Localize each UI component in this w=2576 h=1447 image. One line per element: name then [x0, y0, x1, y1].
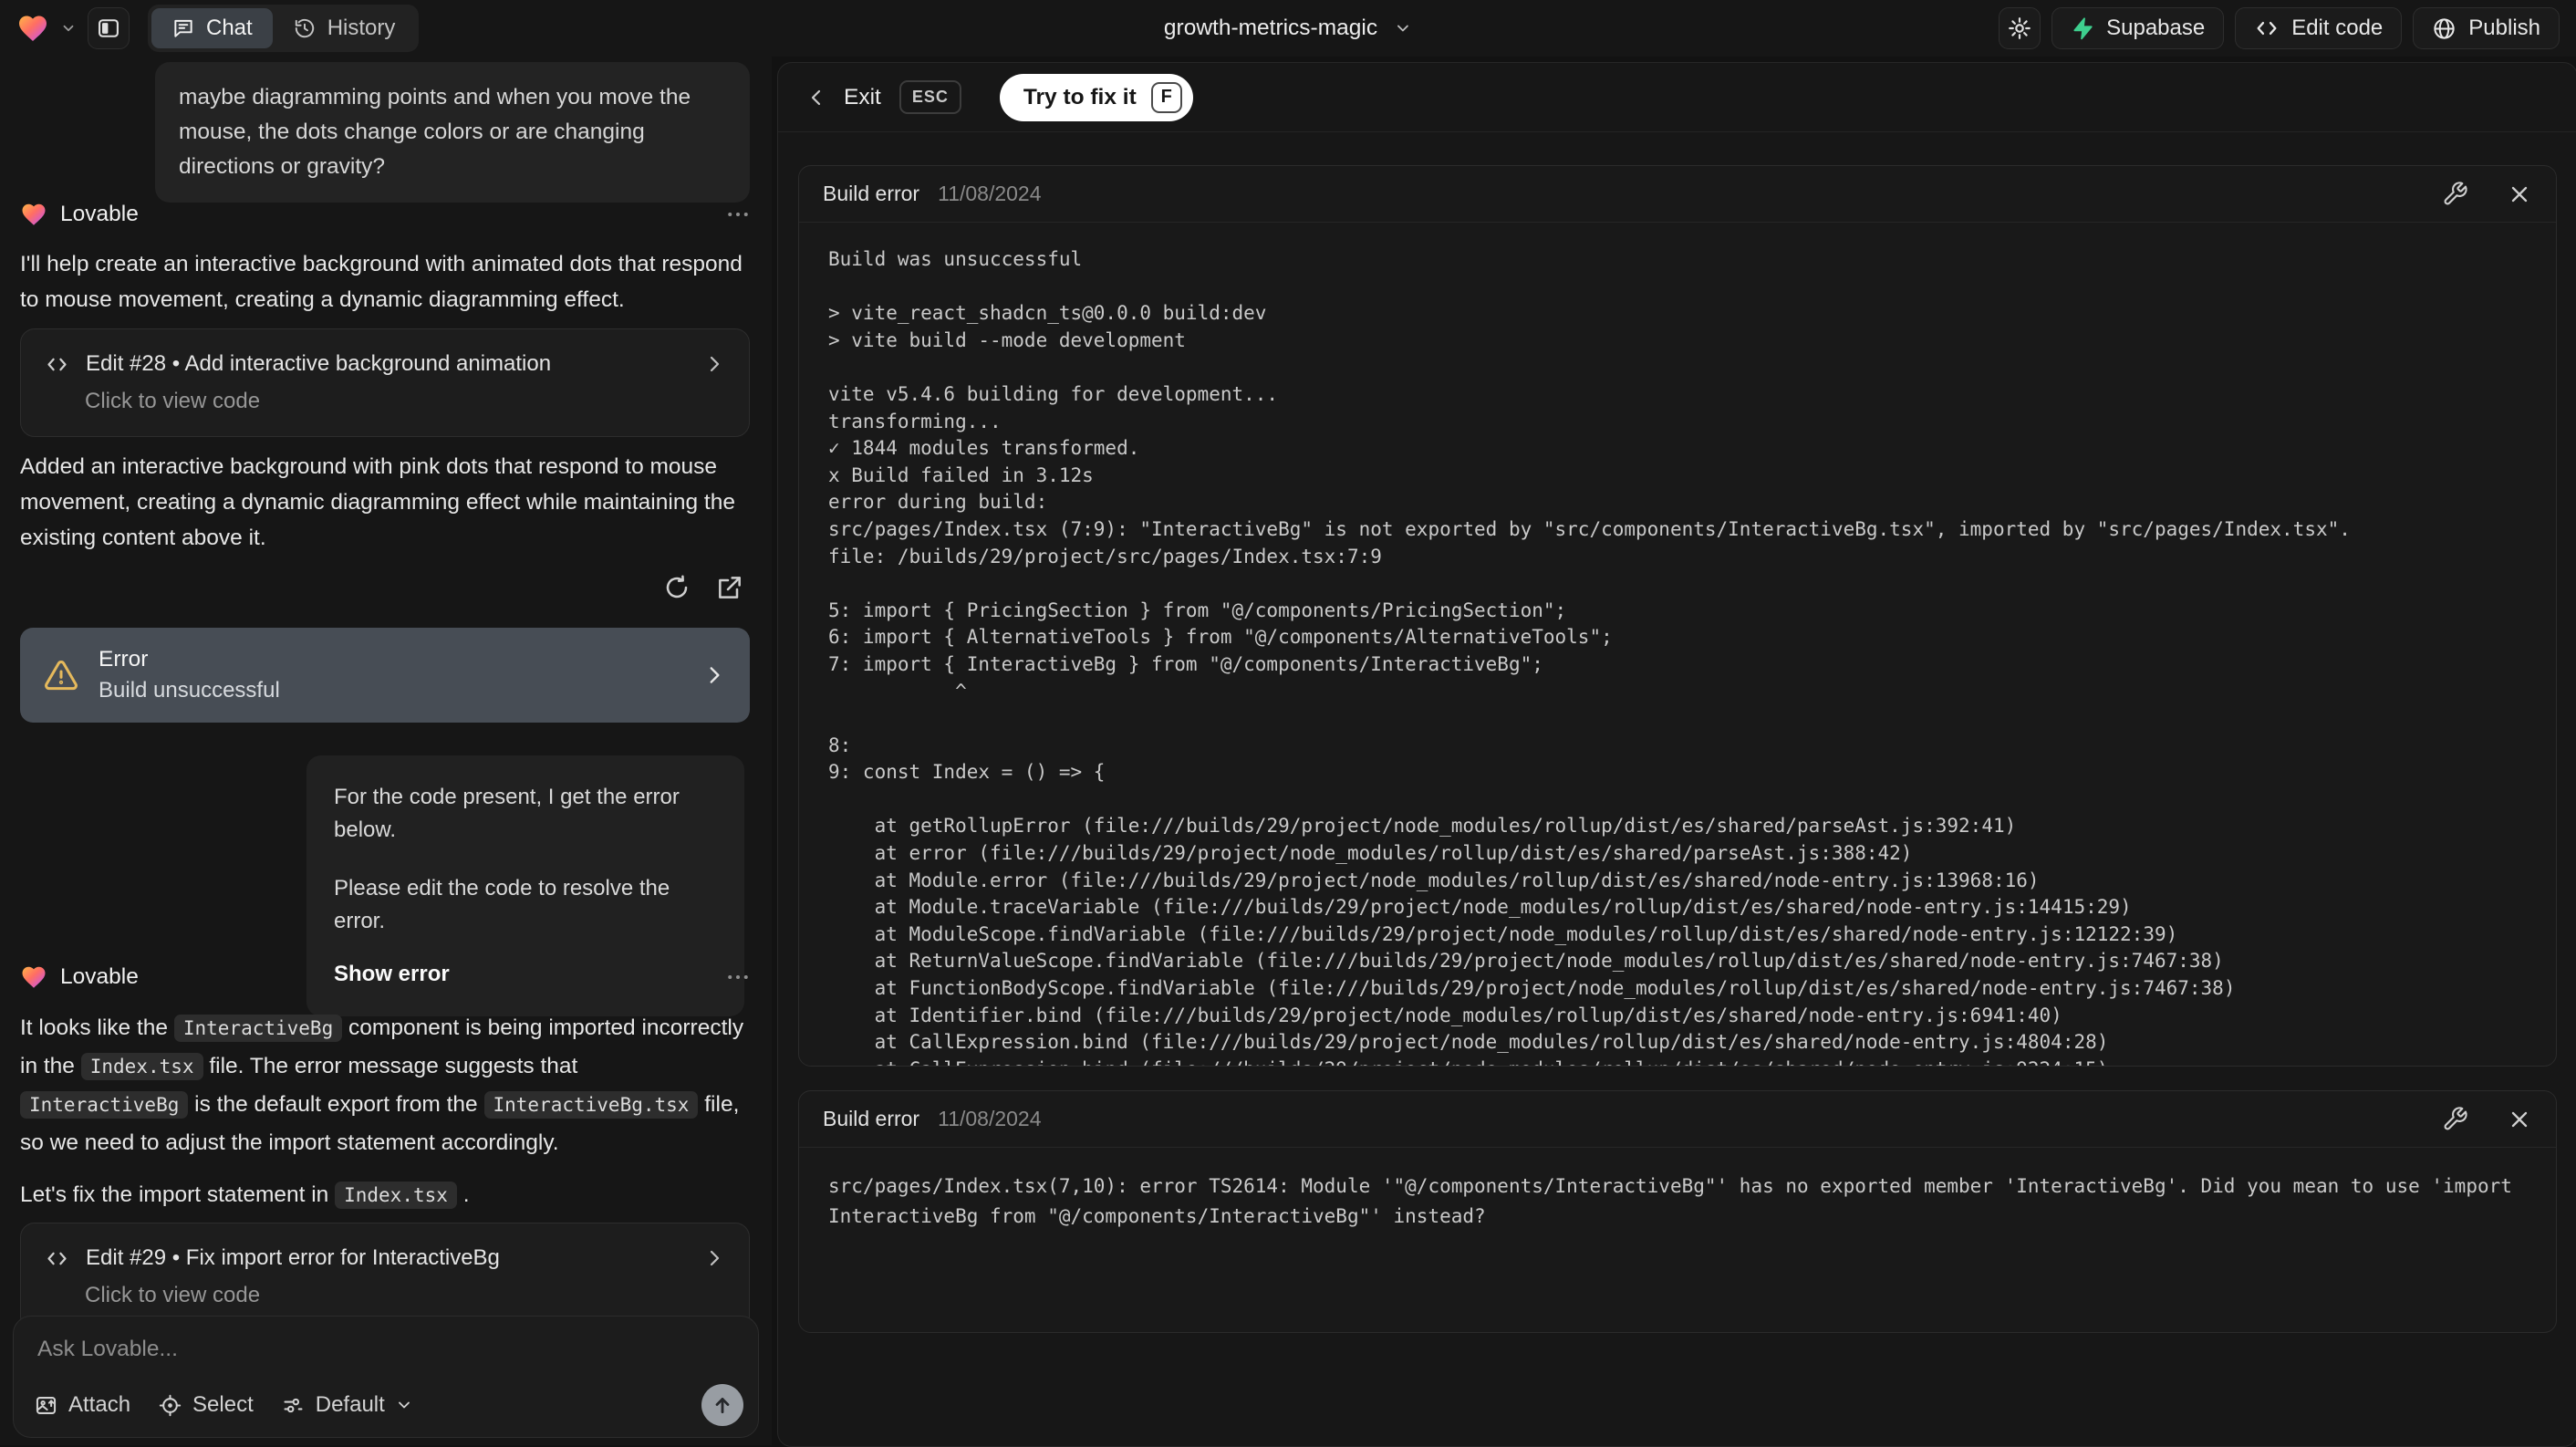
error-prompt-line1: For the code present, I get the error be…	[334, 785, 680, 842]
build-log-output: Build was unsuccessful > vite_react_shad…	[828, 248, 2351, 1066]
inline-code: InteractiveBg	[173, 1015, 343, 1042]
assistant-result-text: Added an interactive background with pin…	[20, 454, 735, 550]
error-prompt-line2: Please edit the code to resolve the erro…	[334, 876, 670, 933]
gear-icon	[2009, 17, 2031, 39]
chat-panel: maybe diagramming points and when you mo…	[0, 57, 772, 1445]
assistant-fix-text: Let's fix the import statement in Index.…	[20, 1182, 470, 1209]
edit-card-subtitle: Click to view code	[85, 1283, 261, 1307]
chat-history-tabs: Chat History	[148, 5, 420, 52]
supabase-button[interactable]: Supabase	[2051, 7, 2225, 49]
error-card-title: Error	[99, 647, 149, 671]
chevron-right-icon	[710, 667, 720, 683]
select-target-icon	[159, 1394, 182, 1416]
exit-button[interactable]: Exit	[844, 85, 881, 110]
supabase-label: Supabase	[2106, 16, 2206, 40]
chevron-right-icon	[710, 356, 720, 372]
arrow-up-icon	[715, 1398, 730, 1413]
open-preview-icon[interactable]	[715, 573, 744, 602]
sidebar-toggle-button[interactable]	[88, 7, 130, 49]
build-error-panel-1: Build error 11/08/2024 Build was unsucce…	[798, 165, 2557, 1067]
message-actions	[662, 573, 744, 602]
build-error-card[interactable]: Error Build unsuccessful	[20, 628, 750, 723]
lovable-avatar-icon	[22, 203, 46, 225]
attach-button[interactable]: Attach	[34, 1392, 130, 1418]
publish-button[interactable]: Publish	[2413, 7, 2560, 49]
close-icon[interactable]	[2507, 1107, 2532, 1132]
inline-code: Index.tsx	[80, 1053, 203, 1080]
tab-chat[interactable]: Chat	[151, 8, 273, 48]
assistant-name: Lovable	[60, 202, 139, 226]
esc-key-badge: ESC	[898, 80, 961, 114]
edit-code-label: Edit code	[2291, 16, 2384, 40]
assistant-header-1: Lovable	[20, 201, 752, 228]
f-key-badge: F	[1150, 81, 1182, 113]
chevron-right-icon	[710, 1250, 720, 1266]
inline-code: InteractiveBg	[20, 1091, 189, 1119]
chat-input-field[interactable]	[14, 1317, 758, 1382]
fix-wrench-icon[interactable]	[2442, 1106, 2468, 1132]
chevron-down-icon	[398, 1401, 410, 1409]
attach-label: Attach	[68, 1392, 131, 1417]
edit-card-28[interactable]: Edit #28 • Add interactive background an…	[20, 328, 750, 437]
close-icon[interactable]	[2507, 182, 2532, 207]
fix-panel-header: Exit ESC Try to fix it F	[778, 63, 2576, 132]
fix-errors-panel: Exit ESC Try to fix it F Build error 11/…	[777, 62, 2576, 1447]
try-to-fix-button[interactable]: Try to fix it F	[999, 73, 1193, 121]
globe-icon	[2434, 17, 2455, 39]
tab-history-label: History	[327, 16, 396, 40]
history-clock-icon	[295, 18, 314, 38]
lovable-logo-icon[interactable]	[16, 12, 49, 45]
select-label: Select	[192, 1392, 254, 1417]
send-button[interactable]	[701, 1384, 743, 1426]
chat-input-container: Attach Select Default	[13, 1316, 759, 1438]
more-menu-icon[interactable]	[724, 963, 752, 991]
error-card-subtitle: Build unsuccessful	[99, 678, 280, 703]
sliders-icon	[284, 1398, 303, 1412]
project-title: growth-metrics-magic	[1163, 16, 1378, 40]
code-brackets-icon	[2257, 22, 2277, 35]
restore-icon[interactable]	[662, 573, 691, 602]
build-error-panel-2: Build error 11/08/2024 src/pages/Index.t…	[798, 1090, 2557, 1333]
assistant-analysis-text: It looks like the InteractiveBg componen…	[20, 1015, 744, 1155]
settings-button[interactable]	[1999, 7, 2041, 49]
warning-triangle-icon	[45, 661, 78, 691]
chevron-left-icon	[811, 89, 821, 105]
inline-code: InteractiveBg.tsx	[483, 1091, 699, 1119]
panel-date: 11/08/2024	[938, 182, 1042, 205]
model-dropdown[interactable]: Default	[281, 1392, 413, 1418]
fix-wrench-icon[interactable]	[2442, 181, 2468, 207]
select-button[interactable]: Select	[158, 1392, 254, 1418]
edit-code-button[interactable]: Edit code	[2235, 7, 2403, 49]
more-menu-icon[interactable]	[724, 201, 752, 228]
publish-label: Publish	[2468, 16, 2540, 40]
panel-date: 11/08/2024	[938, 1107, 1042, 1130]
panel-left-icon	[99, 19, 119, 37]
code-icon	[47, 1252, 67, 1265]
model-label: Default	[315, 1392, 385, 1417]
assistant-header-2: Lovable	[20, 963, 752, 991]
code-icon	[47, 358, 67, 370]
assistant-name: Lovable	[60, 964, 139, 989]
panel-title: Build error	[823, 1107, 920, 1130]
edit-card-title: Edit #28 • Add interactive background an…	[86, 351, 552, 376]
project-switcher[interactable]: growth-metrics-magic	[1164, 16, 1412, 41]
try-to-fix-label: Try to fix it	[1023, 84, 1137, 109]
tab-history[interactable]: History	[273, 8, 416, 48]
lovable-avatar-icon	[22, 966, 46, 988]
panel-title: Build error	[823, 182, 920, 205]
attach-image-icon	[36, 1396, 57, 1414]
ts-error-output: src/pages/Index.tsx(7,10): error TS2614:…	[828, 1175, 2524, 1227]
edit-card-subtitle: Click to view code	[85, 389, 261, 413]
supabase-icon	[2073, 17, 2093, 40]
chat-bubble-icon	[174, 19, 192, 37]
top-bar: Chat History growth-metrics-magic Supaba…	[0, 0, 2576, 57]
logo-chevron-down-icon[interactable]	[60, 20, 77, 36]
assistant-intro-text: I'll help create an interactive backgrou…	[20, 252, 743, 312]
inline-code: Index.tsx	[335, 1182, 457, 1209]
user-message: maybe diagramming points and when you mo…	[155, 62, 750, 203]
tab-chat-label: Chat	[206, 16, 253, 40]
edit-card-title: Edit #29 • Fix import error for Interact…	[86, 1245, 500, 1270]
project-chevron-down-icon	[1397, 25, 1408, 32]
